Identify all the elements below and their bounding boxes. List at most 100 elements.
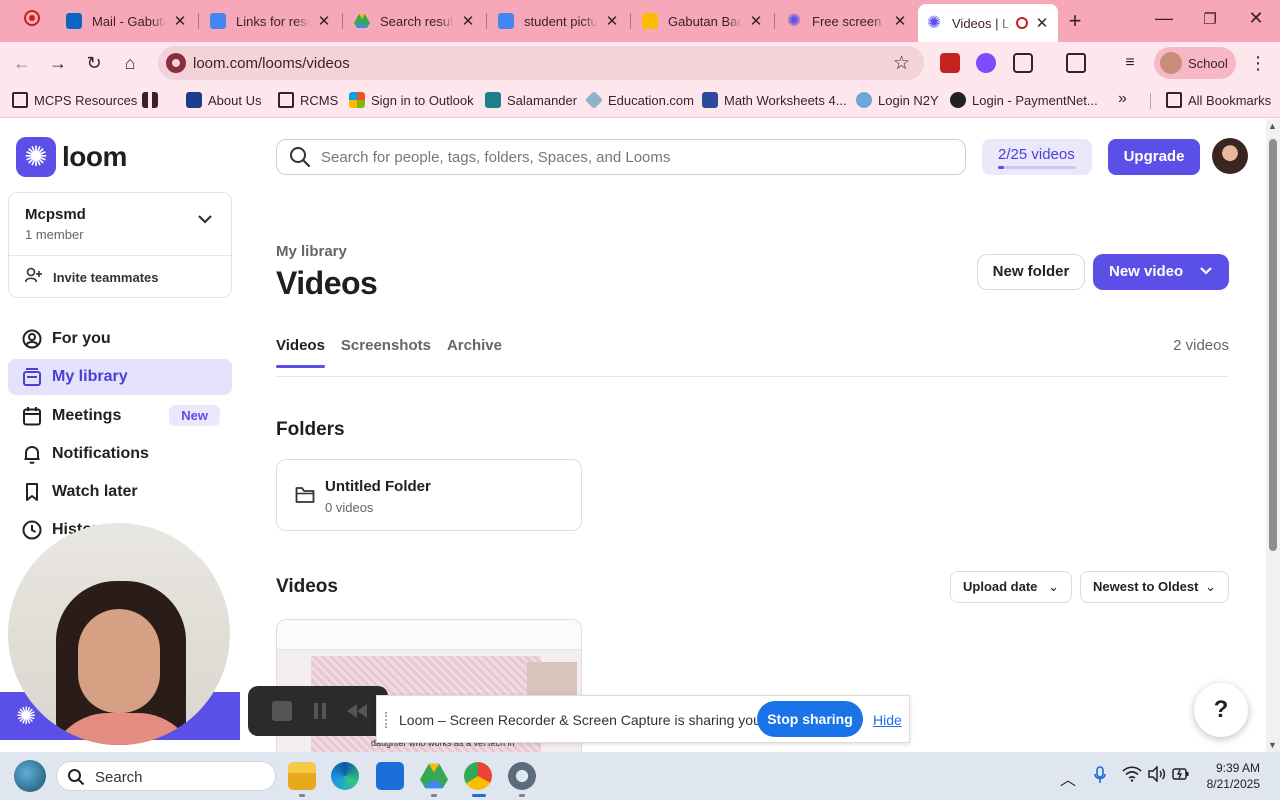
chrome-icon[interactable] [464,762,492,790]
bookmarks-overflow-button[interactable]: » [1118,90,1127,108]
forward-button[interactable]: → [46,51,70,75]
tab-search-icon[interactable] [1066,53,1086,73]
gear-icon[interactable] [508,762,536,790]
page-scrollbar[interactable]: ▲ ▼ [1266,119,1280,752]
new-video-button[interactable]: New video [1093,254,1229,290]
drag-handle-icon[interactable] [385,712,389,728]
stop-icon[interactable] [272,701,292,721]
sidebar-item-meetings[interactable]: Meetings New [8,398,232,434]
drive-icon[interactable] [420,762,448,790]
stop-sharing-button[interactable]: Stop sharing [757,701,863,737]
sidebar-item-watch-later[interactable]: Watch later [8,474,232,510]
reload-button[interactable]: ↻ [82,51,106,75]
extension-icon[interactable] [976,53,996,73]
site-info-icon[interactable] [166,53,186,73]
video-quota-button[interactable]: 2/25 videos [982,139,1092,175]
sort-by-dropdown[interactable]: Upload date ⌄ [950,571,1072,603]
bookmark-education[interactable]: Education.com [584,90,694,110]
breadcrumb[interactable]: My library [276,243,347,260]
minimize-button[interactable]: — [1152,8,1176,29]
close-tab-icon[interactable]: ✕ [748,12,764,30]
chevron-down-icon[interactable] [197,211,213,229]
bookmark-mcps-resources[interactable]: MCPS Resources [12,92,137,108]
start-button[interactable] [14,760,46,792]
browser-tab[interactable]: ✺ Free screen recorder ✕ [778,6,916,36]
bookmark-star-icon[interactable]: ☆ [893,52,910,75]
back-button[interactable]: ← [10,51,34,75]
invite-teammates-button[interactable]: Invite teammates [24,267,159,287]
bookmark-rcms[interactable]: RCMS [278,92,338,108]
new-folder-button[interactable]: New folder [977,254,1085,290]
close-tab-icon[interactable]: ✕ [604,12,620,30]
folder-card[interactable]: Untitled Folder 0 videos [276,459,582,531]
profile-button[interactable]: School [1154,47,1236,79]
close-tab-icon[interactable]: ✕ [172,12,188,30]
new-tab-button[interactable]: + [1063,8,1087,34]
wifi-icon[interactable] [1122,766,1142,787]
volume-icon[interactable] [1148,765,1166,787]
close-tab-icon[interactable]: ✕ [316,12,332,30]
help-button[interactable]: ? [1194,683,1248,737]
loom-icon: ✺ [926,13,942,32]
home-button[interactable]: ⌂ [118,51,142,75]
address-bar[interactable]: loom.com/looms/videos ☆ [158,46,924,80]
bookmark-about-us[interactable]: About Us [186,92,261,108]
search-input[interactable]: Search for people, tags, folders, Spaces… [276,139,966,175]
close-tab-icon[interactable]: ✕ [460,12,476,30]
tab-videos[interactable]: Videos [276,337,325,368]
sidebar-item-for-you[interactable]: For you [8,321,232,357]
bookmark-n2y[interactable]: Login N2Y [856,92,939,108]
edge-icon[interactable] [331,762,359,790]
browser-tab[interactable]: student pictures ✕ [490,6,628,36]
camera-bubble[interactable] [8,523,230,745]
sidebar-item-my-library[interactable]: My library [8,359,232,395]
hide-link[interactable]: Hide [873,712,902,728]
taskbar-search[interactable]: Search [56,761,276,791]
browser-tab-active[interactable]: ✺ Videos | Loom ✕ [918,4,1058,42]
browser-tab[interactable]: Gabutan Background ✕ [634,6,772,36]
all-bookmarks-button[interactable]: All Bookmarks [1166,92,1271,108]
bookmark-apps[interactable] [142,92,164,108]
folder-icon [1166,92,1182,108]
rewind-icon[interactable] [346,701,367,721]
pause-icon[interactable] [310,701,330,721]
sort-order-dropdown[interactable]: Newest to Oldest ⌄ [1080,571,1229,603]
settings-app-icon[interactable] [376,762,404,790]
avatar[interactable] [1212,138,1248,174]
upgrade-button[interactable]: Upgrade [1108,139,1200,175]
loom-extension-icon[interactable] [940,53,960,73]
video-quota-fill [998,166,1005,169]
system-clock[interactable]: 9:39 AM 8/21/2025 [1207,760,1260,792]
scroll-up-icon[interactable]: ▲ [1268,121,1277,131]
close-tab-icon[interactable]: ✕ [1034,14,1050,32]
chrome-menu-icon[interactable]: ⋮ [1246,51,1270,75]
bookmark-math-worksheets[interactable]: Math Worksheets 4... [702,92,847,108]
media-control-icon[interactable]: ≡ [1118,51,1142,75]
bookmark-outlook[interactable]: Sign in to Outlook [349,92,474,108]
recording-icon [1016,17,1028,29]
extensions-puzzle-icon[interactable] [1013,53,1033,73]
outlook-icon [66,13,82,29]
microphone-icon[interactable] [1094,766,1106,789]
file-explorer-icon[interactable] [288,762,316,790]
bookmark-paymentnet[interactable]: Login - PaymentNet... [950,92,1098,108]
browser-tab[interactable]: Links for resources ✕ [202,6,340,36]
close-window-button[interactable]: ✕ [1244,8,1268,29]
battery-icon[interactable] [1172,766,1190,787]
browser-tab[interactable]: Search results ✕ [346,6,484,36]
browser-tab[interactable]: Mail - Gabutan ✕ [58,6,196,36]
close-tab-icon[interactable]: ✕ [892,12,908,30]
tab-screenshots[interactable]: Screenshots [341,337,431,368]
restore-button[interactable]: ❐ [1198,10,1222,28]
loom-logo[interactable]: ✺ loom [16,137,127,177]
loom-logo-icon: ✺ [16,137,56,177]
loom-icon: ✺ [786,11,802,30]
sidebar-item-notifications[interactable]: Notifications [8,436,232,472]
scroll-down-icon[interactable]: ▼ [1268,740,1277,750]
bookmark-salamander[interactable]: Salamander [485,92,577,108]
workspace-name[interactable]: Mcpsmd [25,206,86,223]
show-hidden-icons[interactable]: ︿ [1060,766,1076,790]
tab-archive[interactable]: Archive [447,337,502,368]
url-text[interactable]: loom.com/looms/videos [193,55,350,72]
recording-indicator-icon[interactable] [24,10,40,26]
